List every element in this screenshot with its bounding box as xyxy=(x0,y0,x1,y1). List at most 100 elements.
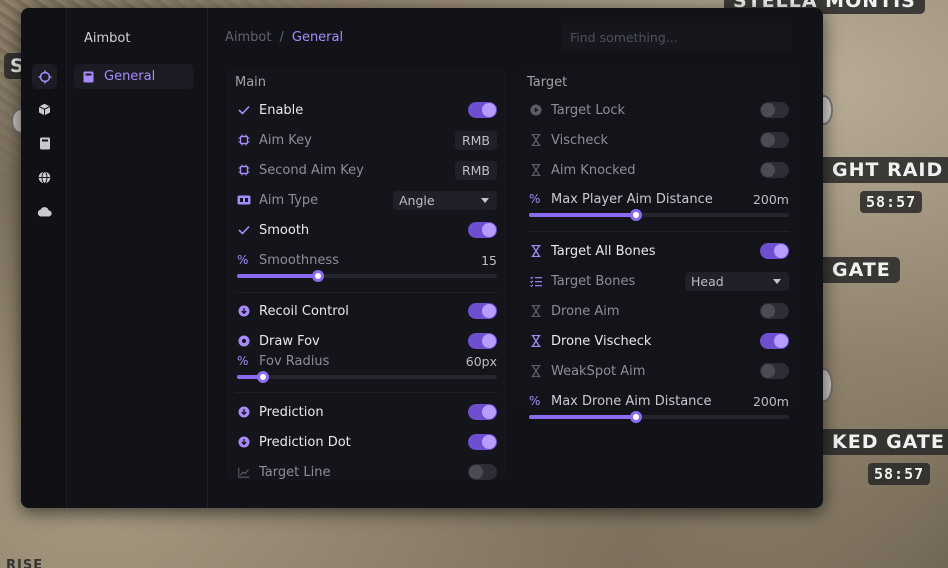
cube-icon[interactable] xyxy=(32,97,57,122)
aim-type-label: Aim Type xyxy=(259,192,319,208)
recoil-control-row: Recoil Control xyxy=(226,296,506,326)
drone-vischeck-toggle[interactable] xyxy=(760,333,789,349)
aim-knocked-label: Aim Knocked xyxy=(551,162,636,178)
divider xyxy=(235,392,497,393)
aim-type-select[interactable]: Angle xyxy=(393,190,497,210)
book-icon[interactable] xyxy=(32,131,57,156)
aim-knocked-toggle[interactable] xyxy=(760,162,789,178)
section-title: Main xyxy=(235,75,267,90)
target-lock-row: Target Lock xyxy=(518,95,798,125)
breadcrumb-current: General xyxy=(291,30,344,45)
sidebar-item-label: General xyxy=(104,69,156,84)
second-aim-key-label: Second Aim Key xyxy=(259,162,364,178)
smooth-toggle[interactable] xyxy=(468,222,497,238)
play-circle-icon xyxy=(529,103,543,117)
recoil-control-toggle[interactable] xyxy=(468,303,497,319)
aim-key-button[interactable]: RMB xyxy=(454,130,497,150)
hourglass-icon xyxy=(529,163,543,177)
max-drone-distance-slider[interactable] xyxy=(529,411,789,423)
weakspot-aim-label: WeakSpot Aim xyxy=(551,363,646,379)
enable-row: Enable xyxy=(226,95,506,125)
breadcrumb: Aimbot / General xyxy=(225,30,343,45)
options-icon xyxy=(237,193,251,207)
target-section: Target Target Lock Vischeck Aim Knocked … xyxy=(518,68,798,423)
max-player-distance-slider[interactable] xyxy=(529,209,789,221)
target-lock-toggle[interactable] xyxy=(760,102,789,118)
hourglass-icon xyxy=(529,244,543,258)
prediction-row: Prediction xyxy=(226,397,506,427)
max-drone-distance-label: Max Drone Aim Distance xyxy=(551,393,712,409)
hourglass-icon xyxy=(529,334,543,348)
crosshair-icon[interactable] xyxy=(32,64,57,89)
prediction-toggle[interactable] xyxy=(468,404,497,420)
smoothness-slider[interactable] xyxy=(237,270,497,282)
divider xyxy=(527,231,789,232)
target-all-bones-toggle[interactable] xyxy=(760,243,789,259)
check-icon xyxy=(237,103,251,117)
drone-aim-toggle[interactable] xyxy=(760,303,789,319)
target-all-bones-label: Target All Bones xyxy=(551,243,656,259)
icon-rail xyxy=(21,8,67,508)
enable-label: Enable xyxy=(259,102,304,118)
percent-icon: % xyxy=(237,354,249,368)
prediction-dot-row: Prediction Dot xyxy=(226,427,506,457)
fov-radius-label: Fov Radius xyxy=(259,353,330,369)
map-text-rise: RISE xyxy=(6,558,44,568)
percent-icon: % xyxy=(529,394,541,408)
arrow-down-circle-icon xyxy=(237,435,251,449)
max-player-distance-slider-row: % Max Player Aim Distance 200m xyxy=(518,190,798,224)
fov-radius-slider[interactable] xyxy=(237,371,497,383)
fov-radius-slider-row: % Fov Radius 60px xyxy=(226,352,506,386)
divider xyxy=(235,292,497,293)
target-bones-select[interactable]: Head xyxy=(685,271,789,291)
list-check-icon xyxy=(529,274,543,288)
settings-panel: Aimbot General Aimbot / General Main Enabl… xyxy=(21,8,823,508)
chevron-down-icon xyxy=(773,278,781,284)
section-title: Target xyxy=(527,75,568,90)
weakspot-aim-row: WeakSpot Aim xyxy=(518,356,798,386)
breadcrumb-root[interactable]: Aimbot xyxy=(225,30,271,45)
slider-thumb[interactable] xyxy=(629,411,642,423)
drone-vischeck-row: Drone Vischeck xyxy=(518,326,798,356)
target-line-toggle[interactable] xyxy=(468,464,497,480)
nav-title: Aimbot xyxy=(84,31,131,46)
target-bones-label: Target Bones xyxy=(551,273,636,289)
hourglass-icon xyxy=(529,364,543,378)
prediction-dot-toggle[interactable] xyxy=(468,434,497,450)
target-dot-icon xyxy=(237,334,251,348)
percent-icon: % xyxy=(529,192,541,206)
draw-fov-toggle[interactable] xyxy=(468,333,497,349)
draw-fov-label: Draw Fov xyxy=(259,333,320,349)
cloud-icon[interactable] xyxy=(32,199,57,224)
sidebar-item-general[interactable]: General xyxy=(74,64,194,89)
slider-thumb[interactable] xyxy=(629,209,642,221)
map-label-gate: GATE xyxy=(823,257,900,283)
smoothness-slider-row: % Smoothness 15 xyxy=(226,251,506,285)
max-player-distance-value: 200m xyxy=(752,191,789,207)
enable-toggle[interactable] xyxy=(468,102,497,118)
chip-icon xyxy=(237,163,251,177)
second-aim-key-row: Second Aim Key RMB xyxy=(226,155,506,185)
percent-icon: % xyxy=(237,253,249,267)
slider-thumb[interactable] xyxy=(257,371,269,383)
vischeck-toggle[interactable] xyxy=(760,132,789,148)
aim-knocked-row: Aim Knocked xyxy=(518,155,798,185)
globe-icon[interactable] xyxy=(32,165,57,190)
drone-aim-row: Drone Aim xyxy=(518,296,798,326)
aim-type-row: Aim Type Angle xyxy=(226,185,506,215)
map-label-night-raid: GHT RAID xyxy=(823,157,948,183)
second-aim-key-button[interactable]: RMB xyxy=(454,160,497,180)
recoil-control-label: Recoil Control xyxy=(259,303,349,319)
hourglass-icon xyxy=(529,133,543,147)
weakspot-aim-toggle[interactable] xyxy=(760,363,789,379)
arrow-down-circle-icon xyxy=(237,304,251,318)
smooth-row: Smooth xyxy=(226,215,506,245)
smoothness-label: Smoothness xyxy=(259,252,339,268)
max-drone-distance-value: 200m xyxy=(752,393,789,409)
target-all-bones-row: Target All Bones xyxy=(518,236,798,266)
slider-thumb[interactable] xyxy=(311,270,324,282)
search-input[interactable] xyxy=(561,23,792,51)
smooth-label: Smooth xyxy=(259,222,310,238)
chip-icon xyxy=(237,133,251,147)
drone-vischeck-label: Drone Vischeck xyxy=(551,333,652,349)
